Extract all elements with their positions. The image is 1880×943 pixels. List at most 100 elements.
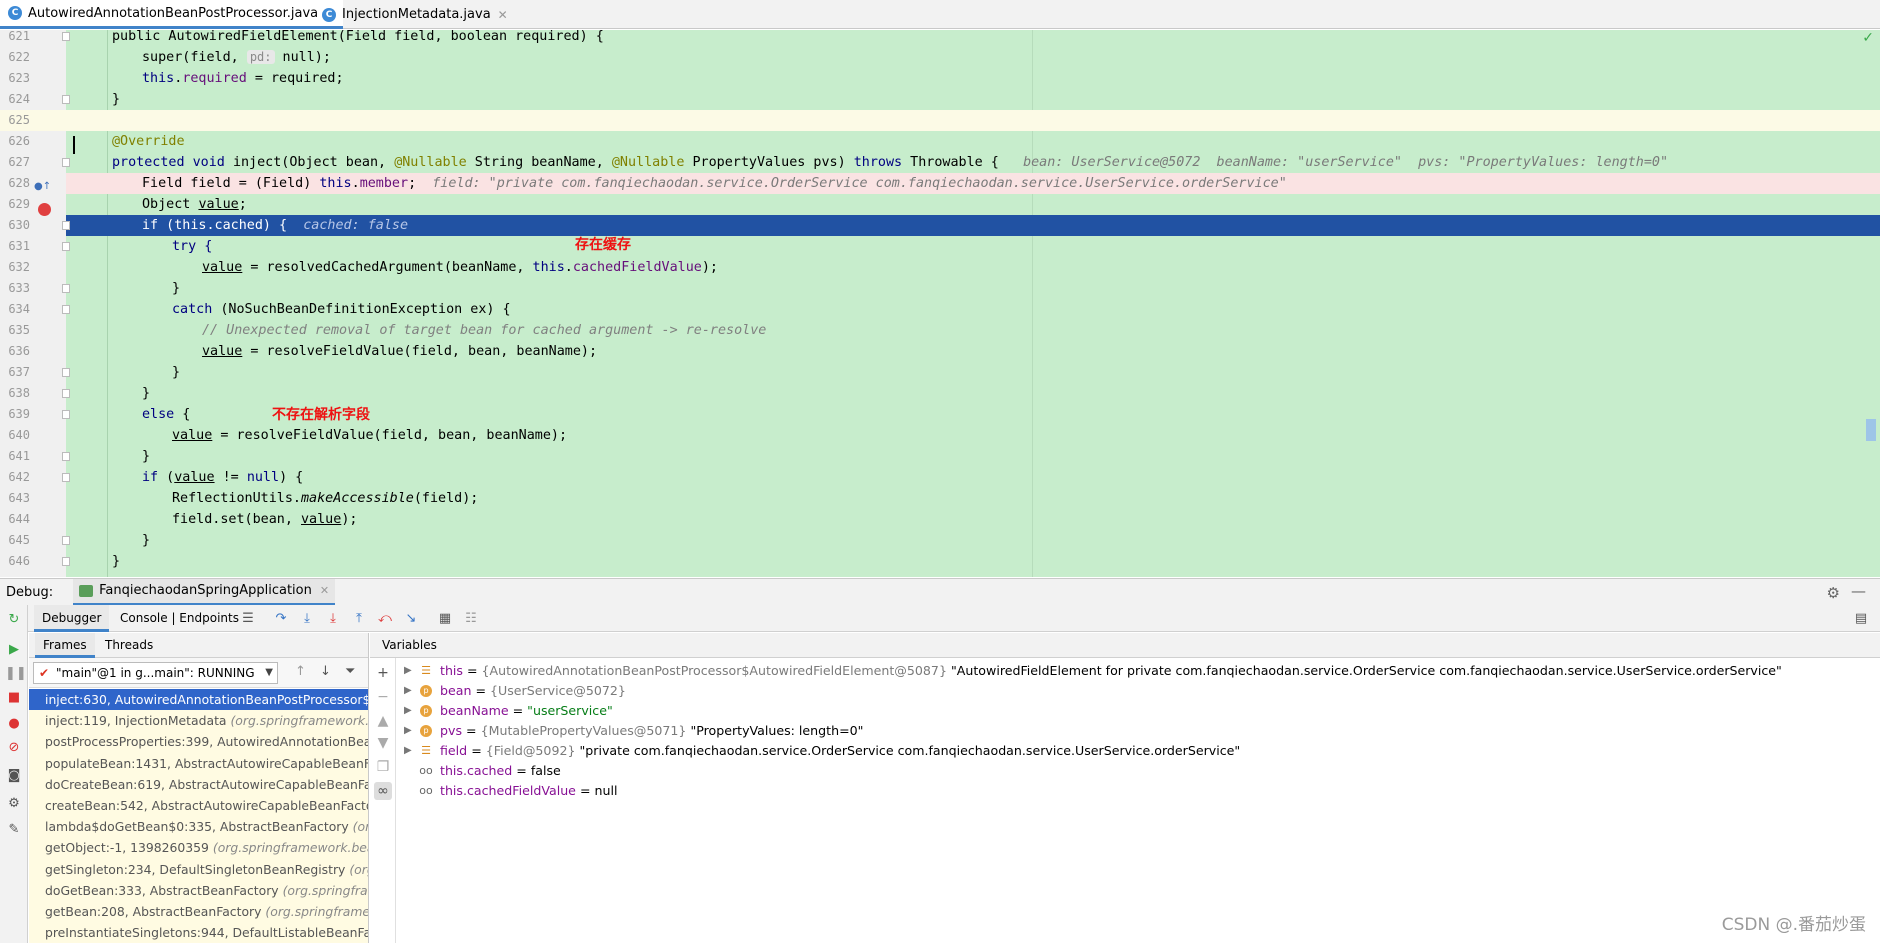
fold-marker-icon[interactable]	[62, 305, 70, 314]
frame-item[interactable]: getObject:-1, 1398260359 (org.springfram…	[29, 837, 368, 859]
code-line[interactable]: 623 this.required = required;	[0, 68, 1880, 89]
code-line[interactable]: 638}	[0, 383, 1880, 404]
line-number[interactable]: 631	[0, 236, 30, 257]
minus-icon[interactable]: −	[374, 688, 392, 706]
fold-marker-icon[interactable]	[62, 221, 70, 230]
code-line[interactable]: 634 catch (NoSuchBeanDefinitionException …	[0, 299, 1880, 320]
arrow-down-icon[interactable]: ▼	[374, 734, 392, 752]
fold-marker-icon[interactable]	[62, 32, 70, 41]
code-line[interactable]: 629 Object value;	[0, 194, 1880, 215]
variable-row[interactable]: ▶ p beanName = "userService"	[400, 701, 1782, 721]
code-line[interactable]: 641}	[0, 446, 1880, 467]
line-number[interactable]: 646	[0, 551, 30, 572]
variable-row[interactable]: ▶ ☰ this = {AutowiredAnnotationBeanPostPro…	[400, 661, 1782, 681]
drop-frame-icon[interactable]: ⤺	[376, 610, 394, 628]
line-number[interactable]: 629	[0, 194, 30, 215]
expand-arrow-icon[interactable]: ▶	[404, 701, 412, 721]
trace-icon[interactable]: ☷	[462, 610, 480, 628]
line-number[interactable]: 644	[0, 509, 30, 530]
line-number[interactable]: 623	[0, 68, 30, 89]
step-into-icon[interactable]: ⤓	[298, 610, 316, 628]
view-breakpoints-icon[interactable]: ●	[5, 715, 23, 733]
line-number[interactable]: 637	[0, 362, 30, 383]
line-number[interactable]: 627	[0, 152, 30, 173]
code-line[interactable]: 645}	[0, 530, 1880, 551]
line-number[interactable]: 633	[0, 278, 30, 299]
arrow-up-icon[interactable]: ▲	[374, 712, 392, 730]
line-number[interactable]: 625	[0, 110, 30, 131]
close-icon[interactable]: ✕	[320, 584, 329, 597]
force-step-into-icon[interactable]: ⤓	[324, 610, 342, 628]
stop-icon[interactable]: ■	[5, 689, 23, 707]
arrow-up-icon[interactable]: ↑	[295, 664, 306, 679]
line-number[interactable]: 641	[0, 446, 30, 467]
expand-arrow-icon[interactable]: ▶	[404, 681, 412, 701]
filter-icon[interactable]: ⏷	[345, 664, 355, 679]
line-number[interactable]: 626	[0, 131, 30, 152]
code-line[interactable]: 633}	[0, 278, 1880, 299]
camera-icon[interactable]: ◙	[5, 767, 23, 785]
line-number[interactable]: 624	[0, 89, 30, 110]
line-number[interactable]: 628	[0, 173, 30, 194]
line-number[interactable]: 638	[0, 383, 30, 404]
resume-icon[interactable]: ▶	[5, 641, 23, 659]
layout-icon[interactable]: ▤	[1852, 610, 1870, 628]
fold-marker-icon[interactable]	[62, 242, 70, 251]
line-number[interactable]: 622	[0, 47, 30, 68]
frame-item[interactable]: inject:630, AutowiredAnnotationBeanPostP…	[29, 689, 368, 711]
code-line[interactable]: 644 field.set(bean, value);	[0, 509, 1880, 530]
step-out-icon[interactable]: ⤒	[350, 610, 368, 628]
minimize-icon[interactable]: —	[1851, 582, 1866, 600]
line-number[interactable]: 642	[0, 467, 30, 488]
gear-icon[interactable]: ⚙	[1827, 584, 1840, 602]
fold-marker-icon[interactable]	[62, 557, 70, 566]
frame-item[interactable]: doCreateBean:619, AbstractAutowireCapabl…	[29, 773, 368, 795]
pin-icon[interactable]: ✎	[5, 821, 23, 839]
fold-marker-icon[interactable]	[62, 95, 70, 104]
line-number[interactable]: 635	[0, 320, 30, 341]
code-line[interactable]: 632 value = resolvedCachedArgument(beanNa…	[0, 257, 1880, 278]
settings-icon[interactable]: ⚙	[5, 795, 23, 813]
expand-arrow-icon[interactable]: ▶	[404, 741, 412, 761]
tab-autowired-processor[interactable]: C AutowiredAnnotationBeanPostProcessor.j…	[0, 0, 344, 29]
variable-row[interactable]: oo this.cachedFieldValue = null	[400, 781, 1782, 801]
override-icon[interactable]: ●↑	[34, 181, 51, 192]
code-line[interactable]: 621 public AutowiredFieldElement(Field fi…	[0, 30, 1880, 47]
line-number[interactable]: 636	[0, 341, 30, 362]
menu-icon[interactable]: ☰	[239, 610, 257, 628]
execution-line[interactable]: 630 if (this.cached) { cached: false	[0, 215, 1880, 236]
frame-item[interactable]: preInstantiateSingletons:944, DefaultLis…	[29, 922, 368, 943]
code-line[interactable]: 642 if (value != null) {	[0, 467, 1880, 488]
tab-injection-metadata[interactable]: C InjectionMetadata.java ✕	[314, 0, 516, 29]
code-line[interactable]: 622 super(field, pd: null);	[0, 47, 1880, 68]
fold-marker-icon[interactable]	[62, 473, 70, 482]
line-number[interactable]: 630	[0, 215, 30, 236]
tab-frames[interactable]: Frames	[35, 633, 95, 658]
mute-breakpoints-icon[interactable]: ⊘	[5, 739, 23, 757]
fold-marker-icon[interactable]	[62, 368, 70, 377]
fold-marker-icon[interactable]	[62, 410, 70, 419]
breakpoint-line[interactable]: 628 Field field = (Field) this.member; fi…	[0, 173, 1880, 194]
fold-marker-icon[interactable]	[62, 158, 70, 167]
code-line[interactable]: 643 ReflectionUtils.makeAccessible(field)…	[0, 488, 1880, 509]
code-line[interactable]: 637}	[0, 362, 1880, 383]
copy-icon[interactable]: ❐	[374, 758, 392, 776]
code-line[interactable]: 636 value = resolveFieldValue(field, bean…	[0, 341, 1880, 362]
step-over-icon[interactable]: ↷	[272, 610, 290, 628]
expand-arrow-icon[interactable]: ▶	[404, 661, 412, 681]
tab-console-endpoints[interactable]: Console | Endpoints	[112, 605, 247, 632]
fold-marker-icon[interactable]	[62, 389, 70, 398]
frame-item[interactable]: getBean:208, AbstractBeanFactory (org.sp…	[29, 900, 368, 923]
run-to-cursor-icon[interactable]: ↘	[402, 610, 420, 628]
variable-row[interactable]: ▶ p bean = {UserService@5072}	[400, 681, 1782, 701]
scrollbar-thumb[interactable]	[1866, 419, 1876, 441]
line-number[interactable]: 639	[0, 404, 30, 425]
line-number[interactable]: 645	[0, 530, 30, 551]
close-icon[interactable]: ✕	[498, 8, 508, 22]
arrow-down-icon[interactable]: ↓	[320, 664, 331, 679]
line-number[interactable]: 643	[0, 488, 30, 509]
code-line[interactable]: 625	[0, 110, 1880, 131]
code-line[interactable]: 626 @Override	[0, 131, 1880, 152]
fold-marker-icon[interactable]	[62, 452, 70, 461]
fold-marker-icon[interactable]	[62, 284, 70, 293]
